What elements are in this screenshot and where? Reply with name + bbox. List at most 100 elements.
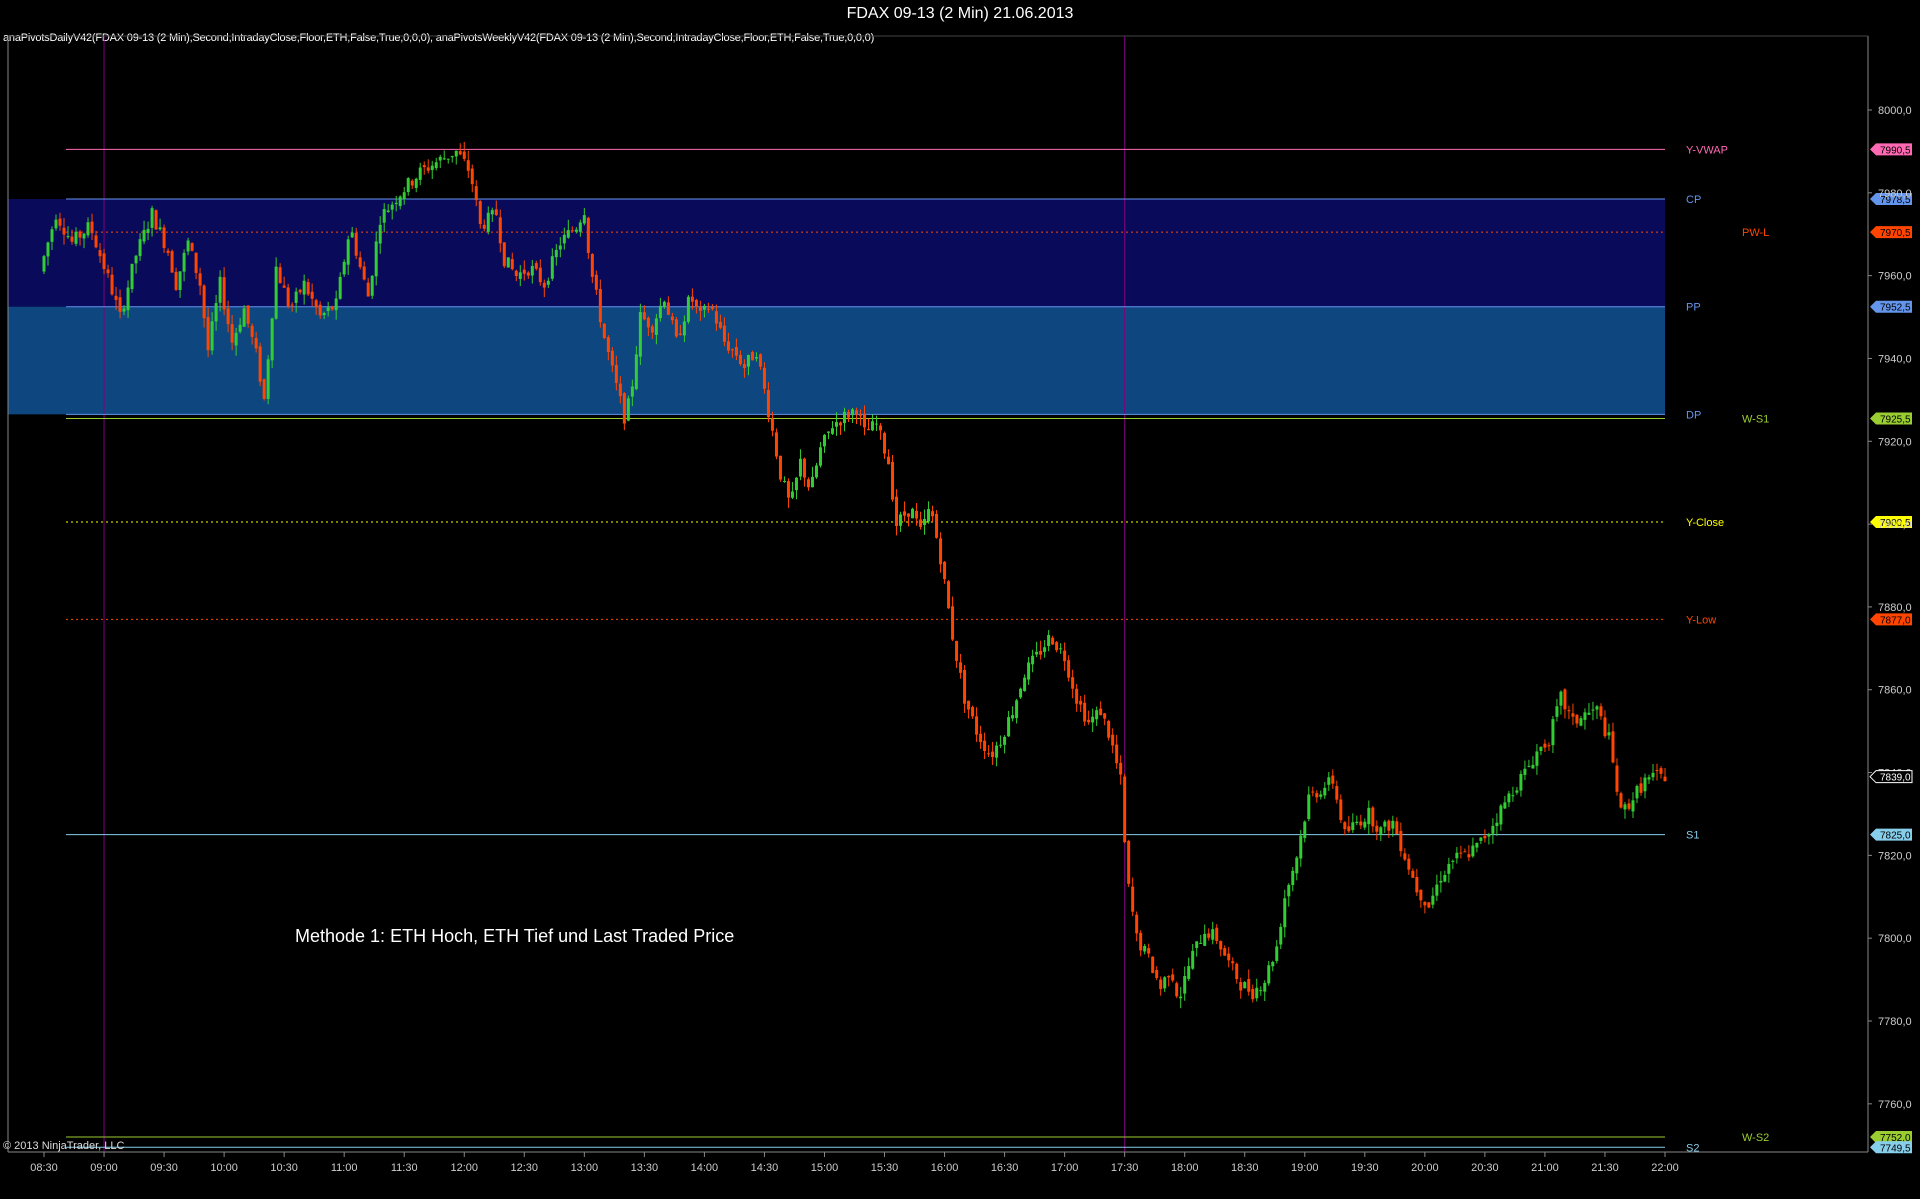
x-tick-label: 13:00 (571, 1162, 599, 1174)
candle (1423, 901, 1427, 914)
candle (1391, 815, 1395, 837)
candle-body (598, 288, 602, 323)
candle-body (1215, 927, 1219, 941)
candle (1035, 641, 1039, 658)
candle-body (1591, 709, 1595, 711)
candle-body (794, 477, 798, 491)
candle-body (1211, 929, 1215, 940)
candle-body (546, 280, 550, 285)
candle-body (1407, 858, 1411, 870)
candle (1583, 708, 1587, 730)
candle-body (1135, 914, 1139, 934)
level-label-w-s2: W-S2 (1742, 1132, 1769, 1144)
candle (1243, 981, 1247, 989)
candle (963, 664, 967, 714)
candle-body (518, 272, 522, 279)
candle-body (1639, 783, 1643, 793)
candle-body (1479, 837, 1483, 841)
candle-body (1471, 845, 1475, 857)
candle-body (939, 538, 943, 565)
level-label-s1: S1 (1686, 830, 1699, 842)
candle-body (142, 229, 146, 242)
candle-body (1499, 805, 1503, 825)
candle (875, 415, 879, 431)
price-chart[interactable]: Y-VWAP 7990,5CP 7978,5PW-L 7970,5PP 7952,5DP… (0, 0, 1920, 1199)
x-tick-label: 14:30 (751, 1162, 779, 1174)
candle-body (222, 277, 226, 310)
x-tick-label: 17:00 (1051, 1162, 1079, 1174)
candle-body (302, 280, 306, 295)
candle (1375, 820, 1379, 841)
candle-body (502, 242, 506, 267)
x-tick-label: 11:00 (331, 1162, 358, 1174)
candle-body (618, 383, 622, 397)
candle-body (562, 234, 566, 244)
candle-body (1311, 791, 1315, 793)
candle-body (903, 511, 907, 516)
candle-body (694, 299, 698, 306)
candle-body (98, 250, 102, 257)
candle (502, 242, 506, 269)
candle (983, 732, 987, 760)
x-tick-label: 10:00 (210, 1162, 238, 1174)
candle-body (802, 458, 806, 478)
price-marker-text: 7990,5 (1880, 145, 1911, 156)
candle-body (326, 307, 330, 311)
candle (1335, 780, 1339, 804)
candle (1627, 798, 1631, 811)
candle (1147, 943, 1151, 958)
candle (1399, 822, 1403, 857)
candle-body (798, 458, 802, 477)
candle-body (1071, 677, 1075, 689)
candle-body (282, 285, 286, 288)
candle-body (766, 390, 770, 418)
candle (1643, 773, 1647, 799)
candle-body (1031, 655, 1035, 665)
candle-body (478, 201, 482, 225)
candle-body (971, 707, 975, 717)
candle-body (1583, 712, 1587, 720)
candle-body (242, 308, 246, 327)
candle-body (814, 465, 818, 478)
candle (1327, 771, 1331, 791)
candle-body (1431, 895, 1435, 905)
candle-body (1155, 970, 1159, 978)
candle (602, 323, 606, 340)
candle (1075, 683, 1079, 712)
candle (422, 161, 426, 175)
candle-body (1359, 821, 1363, 826)
candle-body (686, 296, 690, 322)
candle-body (674, 319, 678, 337)
candle (1471, 837, 1475, 858)
candle-body (1631, 800, 1635, 812)
candle-body (458, 151, 462, 155)
candle-body (1563, 689, 1567, 710)
candle (262, 378, 266, 401)
candle (1523, 760, 1527, 780)
candle-body (138, 239, 142, 257)
candle-body (698, 307, 702, 311)
candle-body (554, 249, 558, 258)
candle (410, 179, 414, 189)
candle-body (883, 433, 887, 454)
candle-body (1319, 794, 1323, 797)
candle (434, 157, 438, 171)
candle-body (650, 326, 654, 333)
candle (1291, 867, 1295, 892)
candle-body (1455, 852, 1459, 859)
candle-body (1007, 717, 1011, 737)
candle-body (530, 265, 534, 276)
candle-body (1023, 677, 1027, 692)
candle (1211, 921, 1215, 945)
candle-body (102, 253, 106, 270)
candle-body (82, 233, 86, 239)
candle-body (1195, 941, 1199, 948)
candle-body (1127, 840, 1131, 884)
candle-body (907, 513, 911, 517)
candle-body (770, 418, 774, 431)
candle-body (1427, 902, 1431, 908)
candle (1547, 742, 1551, 751)
candle (446, 158, 450, 164)
candle (1255, 978, 1259, 1002)
candle-body (1335, 786, 1339, 800)
